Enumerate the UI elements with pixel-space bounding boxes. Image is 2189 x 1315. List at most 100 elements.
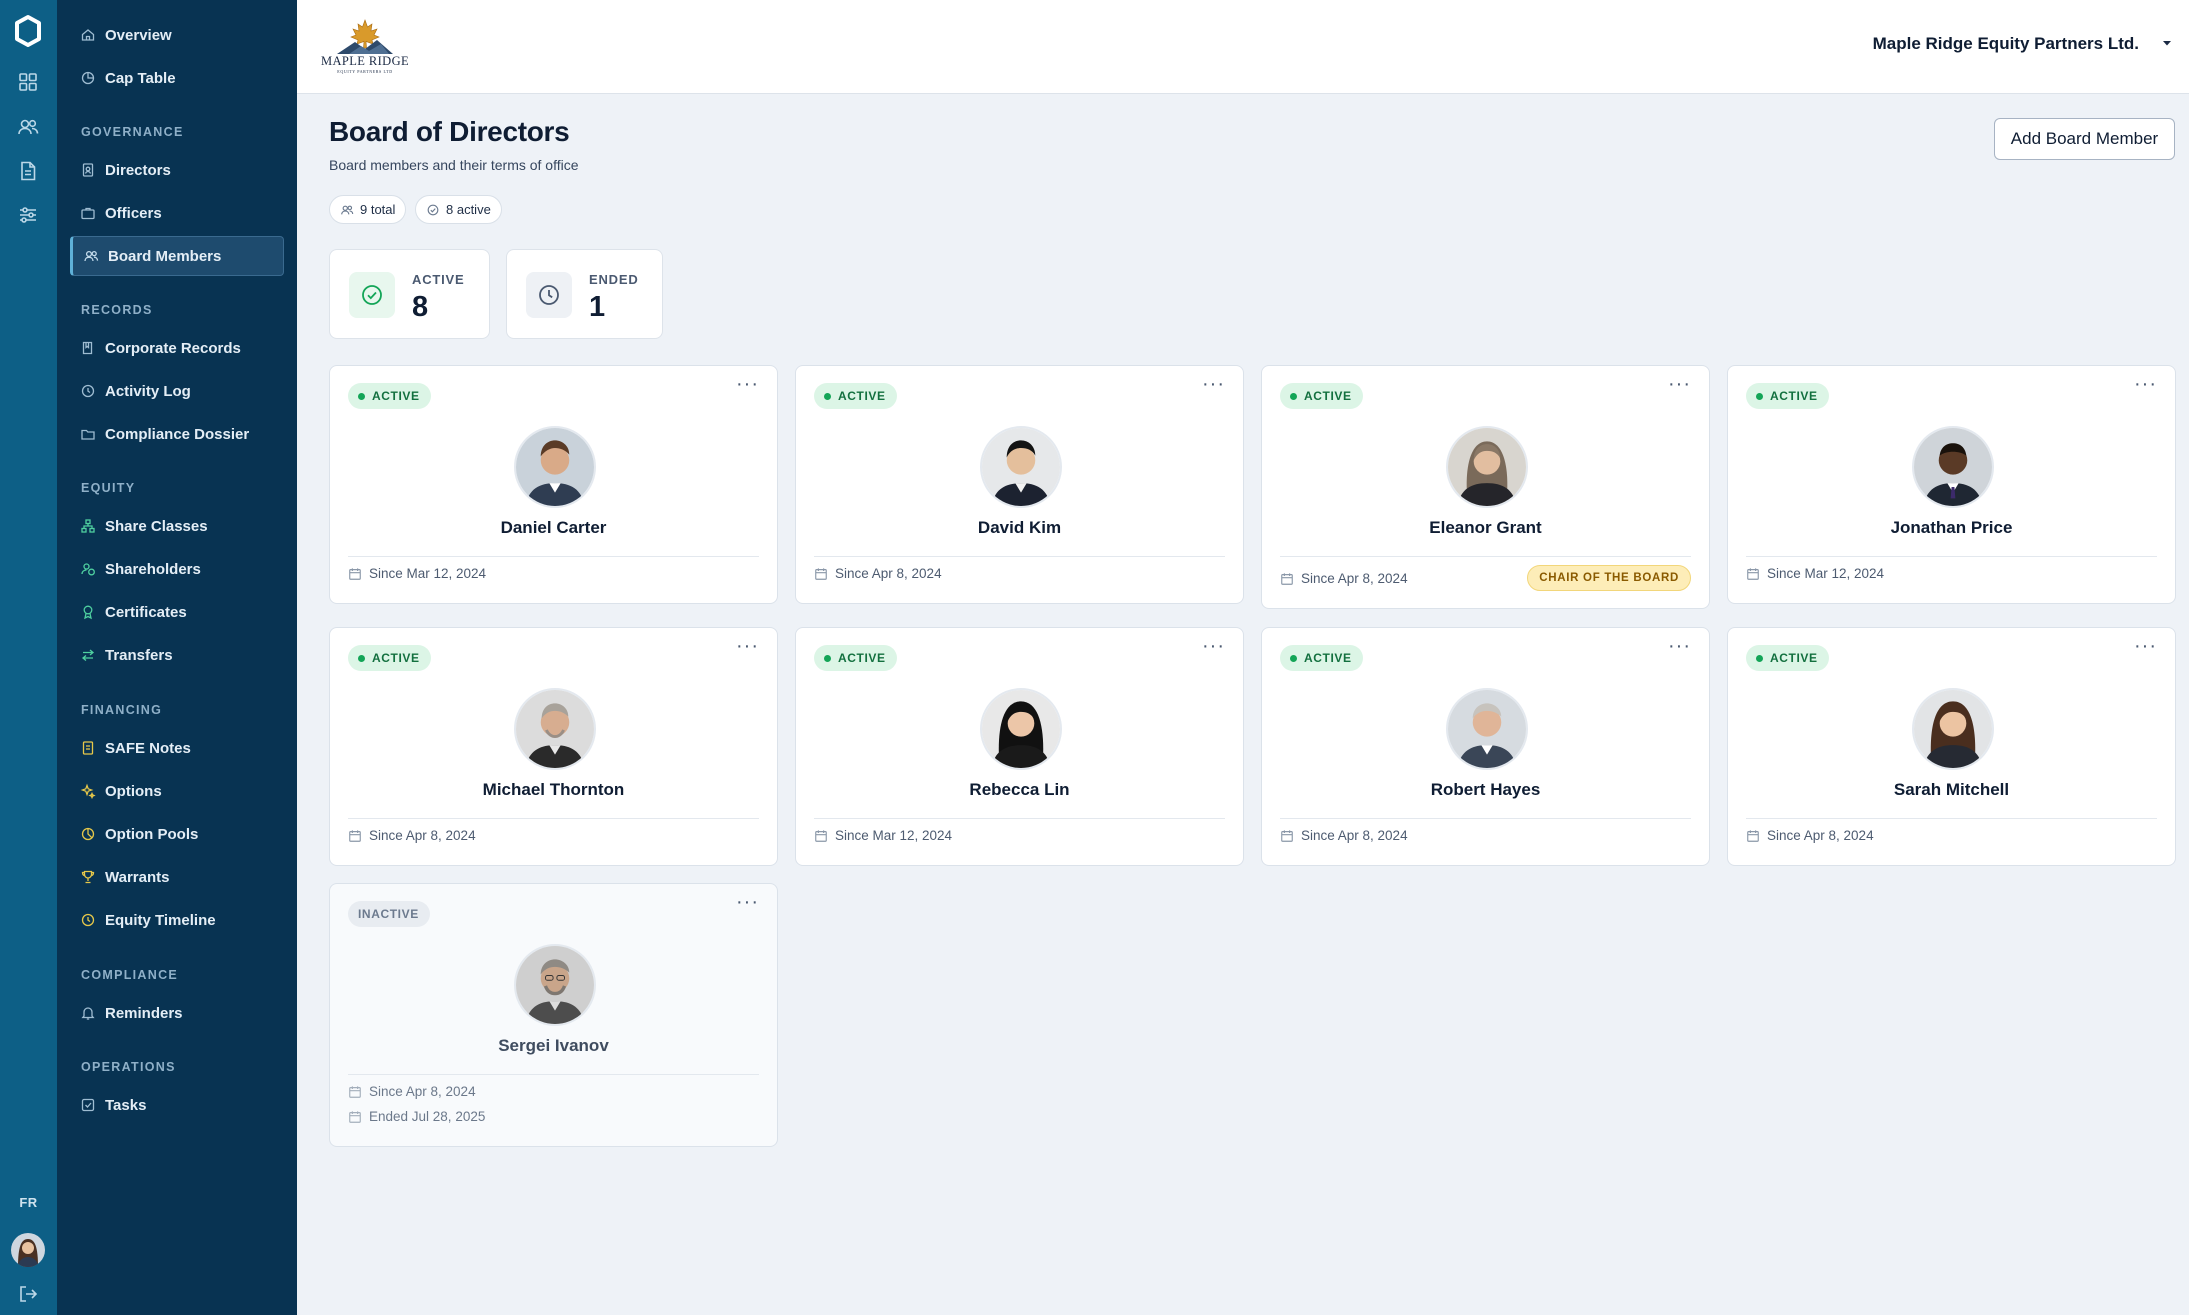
sidebar-item-equity-timeline[interactable]: Equity Timeline [70, 900, 284, 940]
board-member-card[interactable]: ACTIVE ··· Michael Thornton Since Apr 8,… [329, 627, 778, 866]
more-options-icon[interactable]: ··· [2134, 374, 2157, 394]
company-switcher[interactable]: Maple Ridge Equity Partners Ltd. [1873, 34, 2139, 54]
sidebar-item-label: Officers [105, 204, 162, 222]
calendar-icon [1281, 572, 1293, 585]
sidebar-item-label: Transfers [105, 646, 173, 664]
sidebar-item-cap-table[interactable]: Cap Table [70, 58, 284, 98]
sparkle-icon [80, 783, 96, 799]
more-options-icon[interactable]: ··· [2134, 636, 2157, 656]
divider [814, 556, 1225, 557]
sidebar-item-warrants[interactable]: Warrants [70, 857, 284, 897]
stat-value: 8 [412, 291, 429, 323]
bell-icon [81, 1007, 95, 1020]
member-name: Daniel Carter [500, 518, 607, 537]
sidebar-item-options[interactable]: Options [70, 771, 284, 811]
app-logo-icon[interactable] [11, 14, 45, 48]
calendar-icon [1281, 829, 1293, 842]
status-badge: ACTIVE [814, 645, 897, 671]
hierarchy-icon [81, 519, 95, 533]
member-name: Sarah Mitchell [1893, 780, 2010, 799]
sliders-icon[interactable] [17, 204, 39, 226]
board-member-card[interactable]: ACTIVE ··· Daniel Carter Since Mar 12, 2… [329, 365, 778, 604]
term-end: Ended Jul 28, 2025 [348, 1109, 485, 1124]
sidebar-item-shareholders[interactable]: Shareholders [70, 549, 284, 589]
sidebar-item-option-pools[interactable]: Option Pools [70, 814, 284, 854]
sidebar-item-officers[interactable]: Officers [70, 193, 284, 233]
status-badge: ACTIVE [1280, 645, 1363, 671]
sidebar-item-label: Equity Timeline [105, 911, 216, 929]
more-options-icon[interactable]: ··· [1202, 374, 1225, 394]
chip-label: 8 active [446, 202, 491, 217]
check-circle-icon [349, 272, 395, 318]
stat-card-active: ACTIVE 8 [329, 249, 490, 339]
page-subtitle: Board members and their terms of office [329, 157, 579, 173]
board-member-card[interactable]: ACTIVE ··· Robert Hayes Since Apr 8, 202… [1261, 627, 1710, 866]
nav-section-governance: GOVERNANCE [81, 125, 184, 139]
more-options-icon[interactable]: ··· [1202, 636, 1225, 656]
badge-icon [82, 163, 94, 177]
member-name: Robert Hayes [1430, 780, 1541, 799]
maple-leaf-logo-icon [337, 19, 393, 54]
logout-icon[interactable] [17, 1283, 39, 1305]
nav-section-equity: EQUITY [81, 481, 136, 495]
avatar [980, 426, 1062, 508]
language-switch[interactable]: FR [0, 1195, 57, 1210]
more-options-icon[interactable]: ··· [736, 892, 759, 912]
board-member-card[interactable]: ACTIVE ··· David Kim Since Apr 8, 2024 [795, 365, 1244, 604]
sidebar-item-directors[interactable]: Directors [70, 150, 284, 190]
sidebar-item-share-classes[interactable]: Share Classes [70, 506, 284, 546]
sidebar-item-tasks[interactable]: Tasks [70, 1085, 284, 1125]
stat-label: ACTIVE [412, 272, 465, 287]
more-options-icon[interactable]: ··· [736, 374, 759, 394]
caret-down-icon[interactable] [2161, 37, 2173, 49]
sidebar-item-corporate-records[interactable]: Corporate Records [70, 328, 284, 368]
board-member-card[interactable]: ACTIVE ··· Sarah Mitchell Since Apr 8, 2… [1727, 627, 2176, 866]
term-start: Since Apr 8, 2024 [1746, 828, 1874, 843]
user-avatar[interactable] [11, 1233, 45, 1267]
briefcase-icon [81, 207, 95, 220]
stat-value: 1 [589, 291, 606, 323]
add-board-member-button[interactable]: Add Board Member [1994, 118, 2175, 160]
term-start: Since Apr 8, 2024 [1280, 828, 1408, 843]
sidebar-item-activity-log[interactable]: Activity Log [70, 371, 284, 411]
more-options-icon[interactable]: ··· [1668, 636, 1691, 656]
calendar-x-icon [349, 1110, 361, 1123]
avatar [514, 944, 596, 1026]
sidebar-item-board-members[interactable]: Board Members [70, 236, 284, 276]
divider [1280, 818, 1691, 819]
sidebar-item-label: Corporate Records [105, 339, 241, 357]
users-icon[interactable] [17, 116, 39, 138]
company-logo[interactable]: MAPLE RIDGE EQUITY PARTNERS LTD [319, 16, 411, 74]
member-name: Eleanor Grant [1429, 518, 1542, 537]
nav-section-financing: FINANCING [81, 703, 163, 717]
document-icon[interactable] [17, 160, 39, 182]
sidebar-item-transfers[interactable]: Transfers [70, 635, 284, 675]
sidebar-item-certificates[interactable]: Certificates [70, 592, 284, 632]
note-icon [82, 741, 94, 755]
board-member-card[interactable]: ACTIVE ··· Jonathan Price Since Mar 12, … [1727, 365, 2176, 604]
calendar-icon [349, 829, 361, 842]
sidebar-item-compliance-dossier[interactable]: Compliance Dossier [70, 414, 284, 454]
transfer-icon [81, 649, 95, 661]
board-member-card[interactable]: ACTIVE ··· Eleanor Grant Since Apr 8, 20… [1261, 365, 1710, 609]
chair-badge: CHAIR OF THE BOARD [1527, 565, 1691, 591]
sidebar-item-label: Tasks [105, 1096, 147, 1114]
member-name: Michael Thornton [482, 780, 625, 799]
sidebar-item-overview[interactable]: Overview [70, 15, 284, 55]
sidebar-item-safe-notes[interactable]: SAFE Notes [70, 728, 284, 768]
sidebar-item-label: Board Members [108, 247, 222, 265]
calendar-icon [1747, 567, 1759, 580]
sidebar-item-label: SAFE Notes [105, 739, 191, 757]
check-circle-icon [427, 204, 439, 215]
nav-section-records: RECORDS [81, 303, 153, 317]
sidebar-item-label: Option Pools [105, 825, 199, 843]
status-badge: ACTIVE [814, 383, 897, 409]
grid-icon[interactable] [17, 71, 39, 93]
term-start: Since Mar 12, 2024 [348, 566, 486, 581]
more-options-icon[interactable]: ··· [1668, 374, 1691, 394]
board-member-card[interactable]: ACTIVE ··· Rebecca Lin Since Mar 12, 202… [795, 627, 1244, 866]
more-options-icon[interactable]: ··· [736, 636, 759, 656]
sidebar-item-reminders[interactable]: Reminders [70, 993, 284, 1033]
board-member-card[interactable]: INACTIVE ··· Sergei Ivanov Since Apr 8, … [329, 883, 778, 1147]
status-badge: ACTIVE [1746, 383, 1829, 409]
